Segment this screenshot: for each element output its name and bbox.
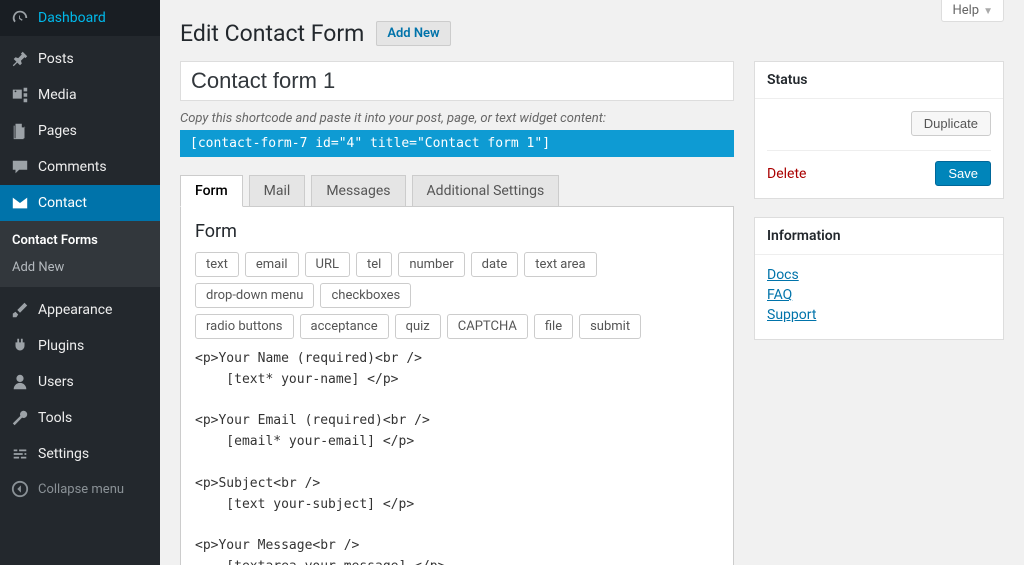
sidebar-label: Comments — [38, 159, 107, 175]
delete-link[interactable]: Delete — [767, 166, 806, 182]
sidebar-label: Users — [38, 374, 74, 390]
info-link-support[interactable]: Support — [767, 307, 991, 323]
sidebar-item-posts[interactable]: Posts — [0, 41, 160, 77]
tab-form[interactable]: Form — [180, 175, 243, 207]
admin-sidebar: Dashboard Posts Media Pages Comments Con… — [0, 0, 160, 565]
sidebar-item-media[interactable]: Media — [0, 77, 160, 113]
sidebar-sub-add-new[interactable]: Add New — [0, 254, 160, 281]
sidebar-label: Settings — [38, 446, 89, 462]
tag-acceptance[interactable]: acceptance — [300, 314, 389, 339]
tag-tel[interactable]: tel — [356, 252, 392, 277]
form-template-editor[interactable]: <p>Your Name (required)<br /> [text* you… — [195, 349, 719, 565]
brush-icon — [10, 300, 30, 320]
form-panel: Form text email URL tel number date text… — [180, 206, 734, 565]
collapse-icon — [10, 480, 30, 498]
tag-number[interactable]: number — [398, 252, 464, 277]
help-label: Help — [952, 3, 979, 18]
sidebar-label: Plugins — [38, 338, 84, 354]
form-title-input[interactable] — [180, 61, 734, 101]
help-tab[interactable]: Help ▼ — [941, 0, 1004, 22]
sidebar-label: Dashboard — [38, 10, 106, 26]
collapse-menu-button[interactable]: Collapse menu — [0, 472, 160, 506]
tag-generator-row-2: radio buttons acceptance quiz CAPTCHA fi… — [195, 314, 719, 339]
tab-additional-settings[interactable]: Additional Settings — [412, 175, 560, 207]
status-title: Status — [755, 62, 1003, 99]
sidebar-item-settings[interactable]: Settings — [0, 436, 160, 472]
sidebar-label: Posts — [38, 51, 74, 67]
wrench-icon — [10, 408, 30, 428]
tag-url[interactable]: URL — [305, 252, 350, 277]
tag-text[interactable]: text — [195, 252, 239, 277]
tag-quiz[interactable]: quiz — [395, 314, 441, 339]
mail-icon — [10, 193, 30, 213]
tab-mail[interactable]: Mail — [249, 175, 306, 207]
main-content: Help ▼ Edit Contact Form Add New Copy thi… — [160, 0, 1024, 565]
collapse-label: Collapse menu — [38, 482, 124, 497]
tag-captcha[interactable]: CAPTCHA — [447, 314, 528, 339]
tag-submit[interactable]: submit — [579, 314, 641, 339]
save-button[interactable]: Save — [935, 161, 991, 186]
tag-radio[interactable]: radio buttons — [195, 314, 294, 339]
pages-icon — [10, 121, 30, 141]
status-box: Status Duplicate Delete Save — [754, 61, 1004, 199]
shortcode-field[interactable] — [180, 130, 734, 157]
editor-tabs: Form Mail Messages Additional Settings — [180, 175, 734, 207]
media-icon — [10, 85, 30, 105]
chat-icon — [10, 157, 30, 177]
add-new-button[interactable]: Add New — [376, 21, 450, 46]
tag-generator-row-1: text email URL tel number date text area… — [195, 252, 719, 308]
user-icon — [10, 372, 30, 392]
page-title-text: Edit Contact Form — [180, 20, 364, 47]
tag-email[interactable]: email — [245, 252, 299, 277]
sidebar-item-contact[interactable]: Contact — [0, 185, 160, 221]
shortcode-instructions: Copy this shortcode and paste it into yo… — [180, 111, 734, 126]
plug-icon — [10, 336, 30, 356]
sidebar-item-dashboard[interactable]: Dashboard — [0, 0, 160, 36]
sidebar-item-appearance[interactable]: Appearance — [0, 292, 160, 328]
info-link-faq[interactable]: FAQ — [767, 287, 991, 303]
page-title: Edit Contact Form Add New — [180, 20, 1004, 47]
information-title: Information — [755, 218, 1003, 255]
sidebar-item-comments[interactable]: Comments — [0, 149, 160, 185]
tag-checkboxes[interactable]: checkboxes — [320, 283, 411, 308]
sidebar-label: Contact — [38, 195, 87, 211]
sidebar-item-users[interactable]: Users — [0, 364, 160, 400]
sidebar-label: Media — [38, 87, 77, 103]
tag-dropdown[interactable]: drop-down menu — [195, 283, 314, 308]
sidebar-item-plugins[interactable]: Plugins — [0, 328, 160, 364]
gauge-icon — [10, 8, 30, 28]
sidebar-submenu-contact: Contact Forms Add New — [0, 221, 160, 287]
tab-messages[interactable]: Messages — [311, 175, 405, 207]
sidebar-sub-contact-forms[interactable]: Contact Forms — [0, 227, 160, 254]
tag-textarea[interactable]: text area — [524, 252, 596, 277]
form-panel-title: Form — [195, 221, 719, 242]
information-box: Information Docs FAQ Support — [754, 217, 1004, 340]
chevron-down-icon: ▼ — [983, 6, 993, 17]
duplicate-button[interactable]: Duplicate — [911, 111, 991, 136]
sidebar-label: Pages — [38, 123, 77, 139]
info-link-docs[interactable]: Docs — [767, 267, 991, 283]
tag-date[interactable]: date — [471, 252, 519, 277]
tag-file[interactable]: file — [534, 314, 573, 339]
sliders-icon — [10, 444, 30, 464]
pin-icon — [10, 49, 30, 69]
sidebar-item-pages[interactable]: Pages — [0, 113, 160, 149]
sidebar-item-tools[interactable]: Tools — [0, 400, 160, 436]
sidebar-label: Tools — [38, 410, 72, 426]
sidebar-label: Appearance — [38, 302, 112, 318]
